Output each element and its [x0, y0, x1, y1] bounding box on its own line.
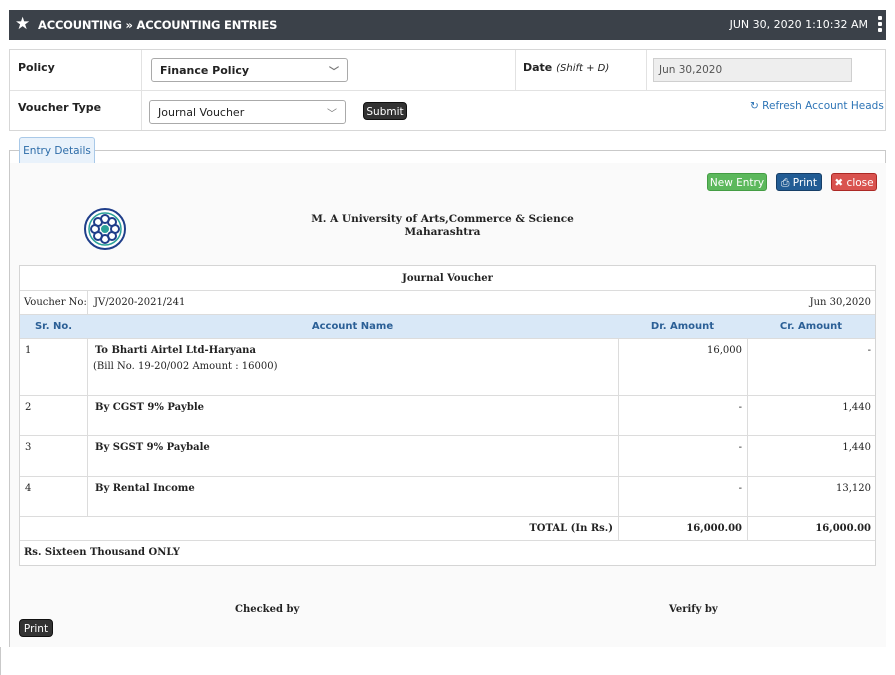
policy-select-value: Finance Policy	[160, 64, 250, 77]
table-row: 4 By Rental Income - 13,120	[20, 477, 875, 517]
printer-icon: ⎙	[781, 177, 790, 189]
row-dr: -	[738, 483, 742, 494]
row-cr: -	[867, 345, 871, 356]
row-cr: 1,440	[842, 442, 871, 453]
chevron-down-icon: ﹀	[329, 67, 339, 78]
row-sr: 1	[25, 345, 32, 356]
close-icon: ✖	[834, 177, 844, 189]
date-label: Date (Shift + D)	[523, 61, 610, 74]
table-row: 1 To Bharti Airtel Ltd-Haryana (Bill No.…	[20, 339, 875, 396]
voucher-no-label: Voucher No:	[24, 297, 87, 308]
institution-name: M. A University of Arts,Commerce & Scien…	[311, 213, 574, 225]
star-icon[interactable]: ★	[15, 14, 30, 34]
amount-in-words-row: Rs. Sixteen Thousand ONLY	[20, 541, 875, 565]
col-cr-amount: Cr. Amount	[779, 321, 843, 332]
close-button[interactable]: ✖ close	[831, 173, 877, 191]
voucher-no-value: JV/2020-2021/241	[94, 297, 186, 308]
voucher-type-label: Voucher Type	[18, 101, 102, 114]
col-sr-no: Sr. No.	[34, 321, 73, 332]
row-sr: 3	[25, 442, 32, 453]
row-sr: 2	[25, 402, 32, 413]
date-shortcut-hint: (Shift + D)	[556, 63, 610, 74]
row-dr: -	[738, 402, 742, 413]
col-dr-amount: Dr. Amount	[650, 321, 715, 332]
voucher-table: Journal Voucher Voucher No: JV/2020-2021…	[19, 265, 876, 566]
row-note: (Bill No. 19-20/002 Amount : 16000)	[93, 361, 278, 372]
new-entry-button[interactable]: New Entry	[707, 173, 767, 191]
university-logo	[84, 208, 126, 250]
verify-by-label: Verify by	[669, 604, 718, 615]
voucher-title: Journal Voucher	[20, 266, 875, 291]
institution-heading: M. A University of Arts,Commerce & Scien…	[300, 213, 585, 239]
total-label: TOTAL (In Rs.)	[529, 523, 613, 534]
voucher-filter-form: Policy Finance Policy ﹀ Date (Shift + D)…	[9, 49, 886, 131]
policy-select[interactable]: Finance Policy ﹀	[151, 58, 348, 82]
institution-location: Maharashtra	[404, 226, 481, 238]
row-sr: 4	[25, 483, 32, 494]
print-button[interactable]: ⎙ Print	[776, 173, 822, 191]
row-account: By Rental Income	[95, 483, 195, 494]
table-row: 3 By SGST 9% Paybale - 1,440	[20, 436, 875, 477]
print-voucher-button[interactable]: Print	[19, 619, 53, 637]
chevron-down-icon: ﹀	[327, 109, 337, 120]
amount-in-words: Rs. Sixteen Thousand ONLY	[24, 547, 180, 558]
more-menu-icon[interactable]	[878, 16, 882, 32]
col-account-name: Account Name	[311, 321, 394, 332]
datetime-display: JUN 30, 2020 1:10:32 AM	[729, 18, 868, 31]
voucher-date: Jun 30,2020	[809, 297, 871, 308]
row-cr: 1,440	[842, 402, 871, 413]
row-dr: -	[738, 442, 742, 453]
row-account: By CGST 9% Payble	[95, 402, 205, 413]
row-cr: 13,120	[836, 483, 871, 494]
date-field[interactable]: Jun 30,2020	[653, 58, 852, 82]
voucher-type-select[interactable]: Journal Voucher ﹀	[149, 100, 346, 124]
submit-button[interactable]: Submit	[363, 102, 407, 120]
tab-entry-details[interactable]: Entry Details	[19, 137, 95, 163]
table-header: Sr. No. Account Name Dr. Amount Cr. Amou…	[20, 315, 875, 339]
refresh-icon: ↻	[750, 100, 759, 112]
checked-by-label: Checked by	[235, 604, 300, 615]
top-bar: ★ ACCOUNTING » ACCOUNTING ENTRIES JUN 30…	[9, 10, 886, 40]
total-dr: 16,000.00	[686, 523, 742, 534]
total-row: TOTAL (In Rs.) 16,000.00 16,000.00	[20, 517, 875, 541]
table-row: 2 By CGST 9% Payble - 1,440	[20, 396, 875, 436]
refresh-account-heads-link[interactable]: ↻ Refresh Account Heads	[750, 100, 884, 112]
row-account: To Bharti Airtel Ltd-Haryana	[95, 345, 256, 356]
voucher-type-value: Journal Voucher	[158, 106, 245, 119]
voucher-info-row: Voucher No: JV/2020-2021/241 Jun 30,2020	[20, 291, 875, 315]
row-dr: 16,000	[707, 345, 742, 356]
row-account: By SGST 9% Paybale	[95, 442, 210, 453]
total-cr: 16,000.00	[815, 523, 871, 534]
breadcrumb: ACCOUNTING » ACCOUNTING ENTRIES	[38, 18, 278, 32]
policy-label: Policy	[18, 61, 55, 74]
